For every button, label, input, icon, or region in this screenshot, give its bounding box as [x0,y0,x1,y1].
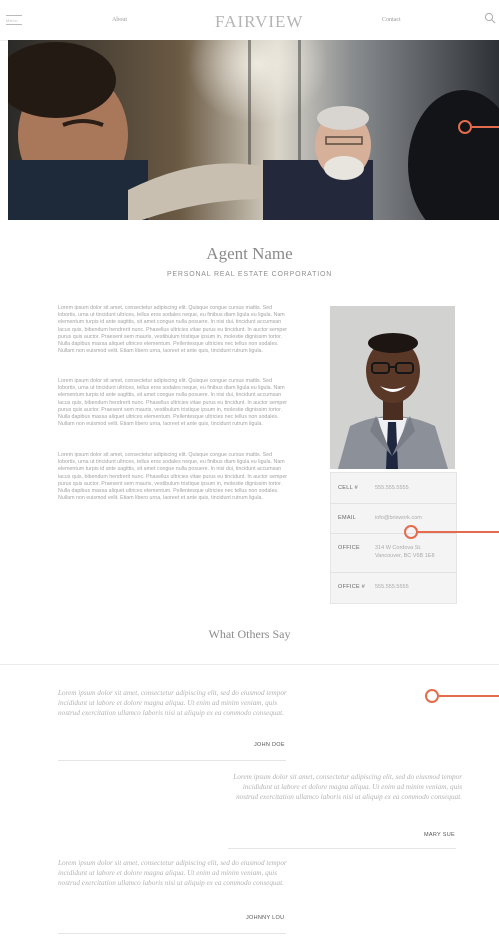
contact-info-card: CELL # 555.555.5555 EMAIL info@brixwork.… [330,472,457,604]
search-icon[interactable] [484,12,496,24]
bio-paragraph: Lorem ipsum dolor sit amet, consectetur … [58,378,288,428]
testimonial-author: MARY SUE [424,832,455,838]
testimonial-divider [58,933,286,934]
hero-photo-people-meeting [8,40,499,220]
marker-ring [404,525,418,539]
contact-label: CELL # [338,485,358,491]
menu-line [6,24,22,25]
nav-link-contact[interactable]: Contact [382,17,401,23]
contact-label: EMAIL [338,515,357,521]
marker-line [418,531,499,533]
testimonials-heading: What Others Say [208,627,291,641]
contact-value-email[interactable]: info@brixwork.com [375,515,422,522]
contact-row-office: OFFICE 314 W Cordova St. Vancouver, BC V… [331,534,456,573]
contact-value-office-street: 314 W Cordova St. [375,545,422,551]
contact-label: OFFICE # [338,584,366,590]
hero-image [8,40,499,220]
contact-row-cell: CELL # 555.555.5555 [331,473,456,504]
agent-name-heading: Agent Name [206,244,293,263]
testimonial-quote: Lorem ipsum dolor sit amet, consectetur … [58,689,287,717]
contact-row-email: EMAIL info@brixwork.com [331,504,456,534]
marker-line [472,126,499,128]
marker-ring [458,120,472,134]
bio-paragraph: Lorem ipsum dolor sit amet, consectetur … [58,305,288,355]
agent-photo [330,306,455,469]
top-navigation: Menu About FAIRVIEW Contact [0,0,499,41]
testimonial-quote: Lorem ipsum dolor sit amet, consectetur … [233,773,462,801]
menu-label: Menu [6,18,19,23]
testimonial-divider [228,848,456,849]
agent-subtitle: PERSONAL REAL ESTATE CORPORATION [166,271,333,278]
site-logo[interactable]: FAIRVIEW [215,12,303,32]
testimonial-author: JOHNNY LOU [246,915,285,921]
contact-value-office-city: Vancouver, BC V6B 1E8 [375,553,435,559]
testimonial-quote: Lorem ipsum dolor sit amet, consectetur … [58,859,287,887]
section-divider [0,664,499,665]
contact-label: OFFICE [338,545,360,551]
nav-link-about[interactable]: About [112,17,127,23]
testimonial-divider [58,760,286,761]
marker-line [439,695,499,697]
agent-portrait [330,306,455,469]
hamburger-menu-icon[interactable]: Menu [6,15,22,27]
bio-paragraph: Lorem ipsum dolor sit amet, consectetur … [58,452,288,502]
contact-value-cell[interactable]: 555.555.5555 [375,485,409,492]
menu-line [6,15,22,16]
contact-value-office-phone[interactable]: 555.555.5555 [375,584,409,591]
contact-row-office-phone: OFFICE # 555.555.5555 [331,573,456,602]
testimonial-author: JOHN DOE [254,742,285,748]
marker-ring [425,689,439,703]
